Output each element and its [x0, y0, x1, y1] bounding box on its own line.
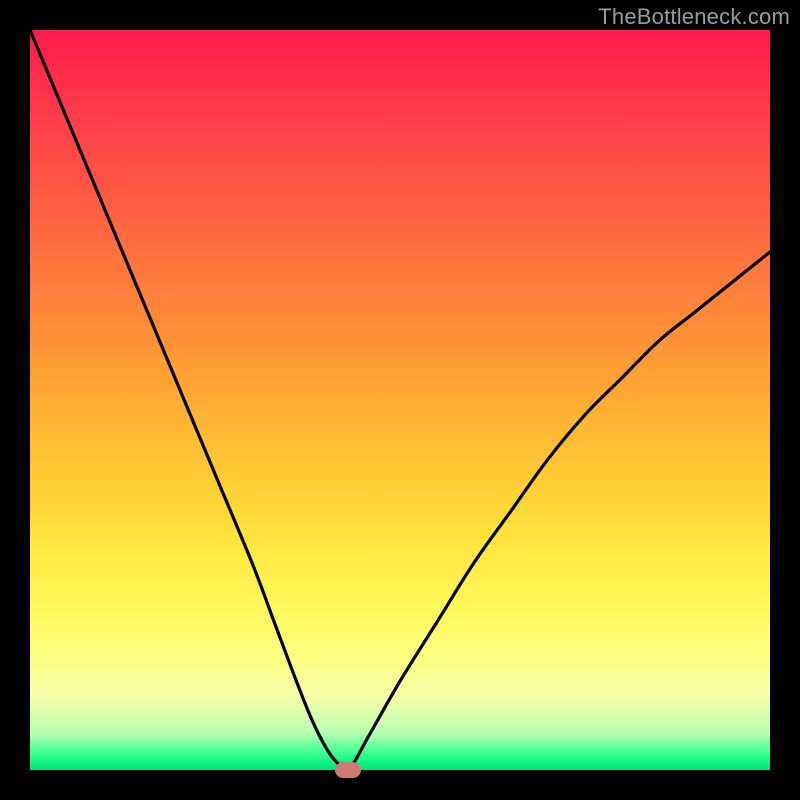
optimum-marker	[335, 762, 361, 778]
curve-svg	[30, 30, 770, 770]
watermark: TheBottleneck.com	[598, 4, 790, 30]
chart-frame: TheBottleneck.com	[0, 0, 800, 800]
plot-area	[30, 30, 770, 770]
bottleneck-curve	[30, 30, 770, 770]
